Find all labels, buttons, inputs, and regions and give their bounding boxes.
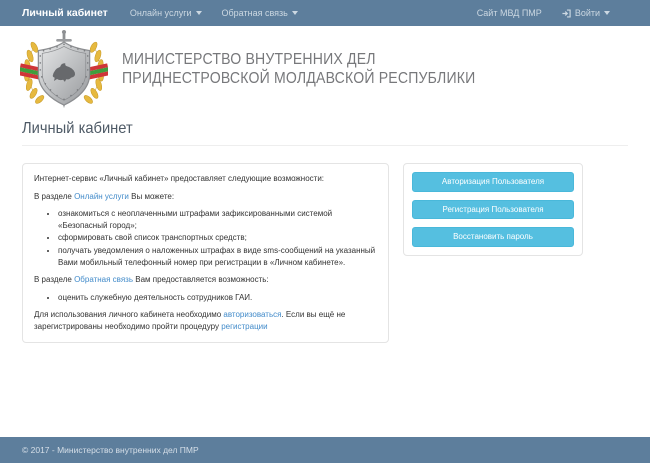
top-navbar: Личный кабинет Онлайн услуги Обратная св… xyxy=(0,0,650,26)
nav-item-feedback-label: Обратная связь xyxy=(222,8,288,18)
inline-link[interactable]: Онлайн услуги xyxy=(74,192,129,201)
site-title: МИНИСТЕРСТВО ВНУТРЕННИХ ДЕЛ ПРИДНЕСТРОВС… xyxy=(122,50,475,88)
page-title: Личный кабинет xyxy=(22,120,580,138)
footer-copyright: © 2017 - Министерство внутренних дел ПМР xyxy=(22,445,199,455)
intro-paragraph: Интернет-сервис «Личный кабинет» предост… xyxy=(34,173,377,185)
main-content: Личный кабинет Интернет-сервис «Личный к… xyxy=(0,120,650,343)
list-item: получать уведомления о наложенных штрафа… xyxy=(58,245,377,268)
nav-item-online-services[interactable]: Онлайн услуги xyxy=(130,8,202,18)
site-title-line1: МИНИСТЕРСТВО ВНУТРЕННИХ ДЕЛ xyxy=(122,50,475,69)
inline-link[interactable]: Обратная связь xyxy=(74,275,133,284)
list-item: ознакомиться с неоплаченными штрафами за… xyxy=(58,208,377,231)
site-title-line2: ПРИДНЕСТРОВСКОЙ МОЛДАВСКОЙ РЕСПУБЛИКИ xyxy=(122,69,475,88)
inline-link[interactable]: авторизоваться xyxy=(223,310,281,319)
restore-password-button[interactable]: Восстановить пароль xyxy=(412,227,574,247)
site-header: МИНИСТЕРСТВО ВНУТРЕННИХ ДЕЛ ПРИДНЕСТРОВС… xyxy=(0,26,650,112)
nav-item-login-label: Войти xyxy=(575,8,600,18)
nav-item-mvd-site-label: Сайт МВД ПМР xyxy=(477,8,542,18)
online-services-intro: В разделе Онлайн услуги Вы можете: xyxy=(34,191,377,203)
authorization-button[interactable]: Авторизация Пользователя xyxy=(412,172,574,192)
nav-item-online-services-label: Онлайн услуги xyxy=(130,8,192,18)
info-panel: Интернет-сервис «Личный кабинет» предост… xyxy=(22,163,389,343)
list-item: сформировать свой список транспортных ср… xyxy=(58,232,377,244)
page: Личный кабинет Онлайн услуги Обратная св… xyxy=(0,0,650,463)
usage-note: Для использования личного кабинета необх… xyxy=(34,309,377,332)
caret-down-icon xyxy=(292,11,298,15)
registration-button[interactable]: Регистрация Пользователя xyxy=(412,200,574,220)
navbar-left: Личный кабинет Онлайн услуги Обратная св… xyxy=(22,7,298,19)
inline-link[interactable]: регистрации xyxy=(221,322,267,331)
sign-in-icon xyxy=(562,9,571,18)
feedback-list: оценить служебную деятельность сотрудник… xyxy=(34,292,377,304)
feedback-intro: В разделе Обратная связь Вам предоставля… xyxy=(34,274,377,286)
mvd-pmr-coat-of-arms-logo xyxy=(20,29,108,109)
nav-item-feedback[interactable]: Обратная связь xyxy=(222,8,298,18)
list-item: оценить служебную деятельность сотрудник… xyxy=(58,292,377,304)
online-services-list: ознакомиться с неоплаченными штрафами за… xyxy=(34,208,377,268)
navbar-brand[interactable]: Личный кабинет xyxy=(22,7,108,19)
nav-item-mvd-site[interactable]: Сайт МВД ПМР xyxy=(477,8,542,18)
navbar-right: Сайт МВД ПМР Войти xyxy=(477,8,610,18)
auth-actions-panel: Авторизация Пользователя Регистрация Пол… xyxy=(403,163,583,256)
nav-item-login[interactable]: Войти xyxy=(562,8,610,18)
caret-down-icon xyxy=(196,11,202,15)
footer: © 2017 - Министерство внутренних дел ПМР xyxy=(0,437,650,463)
caret-down-icon xyxy=(604,11,610,15)
title-divider xyxy=(22,145,628,146)
